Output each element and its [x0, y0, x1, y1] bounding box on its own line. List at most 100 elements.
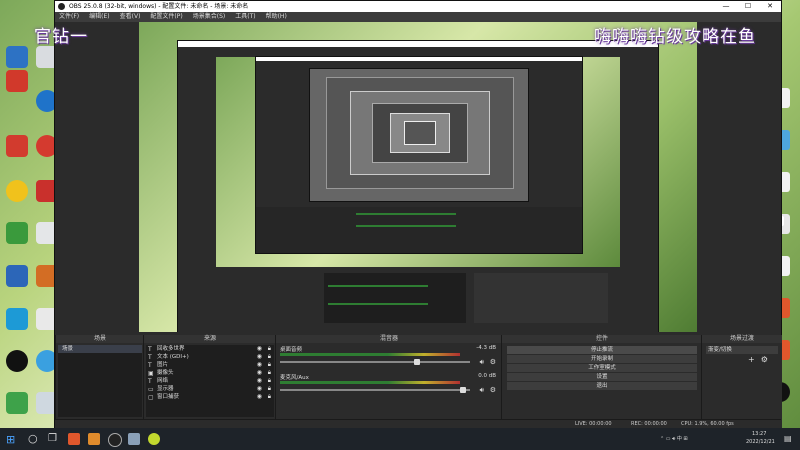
start-icon[interactable]: ⊞ — [6, 433, 15, 446]
visibility-eye-icon[interactable]: ◉ — [257, 393, 262, 401]
visibility-eye-icon[interactable]: ◉ — [257, 353, 262, 361]
overlay-text-right: 嗨嗨嗨钻级攻略在鱼 — [594, 27, 756, 47]
source-item[interactable]: ▣ 摄像头 ◉ 🔒︎ — [146, 369, 274, 377]
desktop-icon[interactable] — [6, 350, 28, 372]
lock-icon[interactable]: 🔒︎ — [268, 353, 271, 361]
source-item[interactable]: T 图片 ◉ 🔒︎ — [146, 361, 274, 369]
menu-help[interactable]: 帮助(H) — [266, 12, 287, 22]
desktop-icon[interactable] — [6, 135, 28, 157]
source-item[interactable]: T 网络 ◉ 🔒︎ — [146, 377, 274, 385]
audio-meter — [280, 381, 460, 384]
window-controls: — ☐ ✕ — [715, 1, 781, 12]
source-label: 回收多世界 — [157, 346, 185, 352]
taskbar-app-icon[interactable] — [88, 433, 100, 445]
channel-name: 桌面音频 — [280, 347, 303, 353]
lock-icon[interactable]: 🔒︎ — [268, 377, 271, 385]
window-source-icon: ▢ — [148, 394, 154, 401]
desktop-icon[interactable] — [6, 308, 28, 330]
menu-tools[interactable]: 工具(T) — [235, 12, 255, 22]
menu-bar: 文件(F) 编辑(E) 查看(V) 配置文件(P) 场景集合(S) 工具(T) … — [55, 12, 781, 22]
mixer-dock-title: 混音器 — [276, 335, 502, 343]
sources-dock-title: 来源 — [144, 335, 276, 343]
gear-icon[interactable]: ⚙ — [761, 355, 768, 364]
visibility-eye-icon[interactable]: ◉ — [257, 385, 262, 393]
volume-knob[interactable] — [414, 359, 420, 365]
start-recording-button[interactable]: 开始录制 — [507, 355, 697, 363]
speaker-icon[interactable]: 🔊︎ — [480, 358, 484, 367]
volume-slider[interactable] — [280, 359, 470, 365]
mixer-dock: 混音器 桌面音频 -4.3 dB 🔊︎ ⚙ 麦克风/Aux 0.0 dB 🔊︎ … — [275, 335, 502, 429]
preview-canvas[interactable] — [139, 22, 697, 332]
desktop-icon[interactable] — [6, 180, 28, 202]
transitions-dock: 场景过渡 渐变/切换 + ⚙ — [701, 335, 782, 429]
source-label: 摄像头 — [157, 370, 174, 376]
visibility-eye-icon[interactable]: ◉ — [257, 361, 262, 369]
source-label: 文本 (GDI+) — [157, 354, 189, 360]
obs-logo-icon — [58, 3, 65, 10]
lock-icon[interactable]: 🔒︎ — [268, 385, 271, 393]
visibility-eye-icon[interactable]: ◉ — [257, 377, 262, 385]
nested-obs-capture — [309, 68, 529, 202]
desktop-icon[interactable] — [6, 392, 28, 414]
taskbar-app-icon[interactable] — [68, 433, 80, 445]
scenes-dock-title: 场景 — [56, 335, 144, 343]
settings-button[interactable]: 设置 — [507, 373, 697, 381]
menu-file[interactable]: 文件(F) — [59, 12, 79, 22]
source-label: 图片 — [157, 362, 169, 368]
gear-icon[interactable]: ⚙ — [490, 358, 496, 366]
volume-slider[interactable] — [280, 387, 470, 393]
obs-window: OBS 25.0.8 (32-bit, windows) - 配置文件: 未命名… — [54, 0, 782, 430]
channel-db: 0.0 dB — [478, 373, 496, 379]
menu-profile[interactable]: 配置文件(P) — [150, 12, 182, 22]
desktop-icon[interactable] — [6, 46, 28, 68]
minimize-button[interactable]: — — [715, 1, 737, 12]
maximize-button[interactable]: ☐ — [737, 1, 759, 12]
lock-icon[interactable]: 🔒︎ — [268, 393, 271, 401]
overlay-text-left: 官钻一 — [34, 27, 88, 47]
source-item[interactable]: ▭ 显示器 ◉ 🔒︎ — [146, 385, 274, 393]
mixer-channel: 桌面音频 -4.3 dB 🔊︎ ⚙ — [278, 345, 500, 373]
close-button[interactable]: ✕ — [759, 1, 781, 12]
lock-icon[interactable]: 🔒︎ — [268, 369, 271, 377]
transitions-dock-title: 场景过渡 — [702, 335, 782, 343]
mixer-channel: 麦克风/Aux 0.0 dB 🔊︎ ⚙ — [278, 373, 500, 401]
source-label: 窗口捕获 — [157, 394, 180, 400]
menu-edit[interactable]: 编辑(E) — [89, 12, 109, 22]
clock-time[interactable]: 13:27 — [752, 431, 766, 437]
menu-scene-collection[interactable]: 场景集合(S) — [193, 12, 226, 22]
obs-taskbar-icon[interactable] — [108, 433, 122, 447]
source-item[interactable]: T 文本 (GDI+) ◉ 🔒︎ — [146, 353, 274, 361]
source-item[interactable]: ▢ 窗口捕获 ◉ 🔒︎ — [146, 393, 274, 401]
taskbar-app-icon[interactable] — [148, 433, 160, 445]
transition-select[interactable]: 渐变/切换 — [706, 346, 778, 354]
task-view-icon[interactable]: ❐ — [48, 433, 57, 444]
channel-db: -4.3 dB — [476, 345, 496, 351]
controls-dock: 控件 停止推流 开始录制 工作室模式 设置 退出 — [501, 335, 702, 429]
notification-icon[interactable]: ▤ — [784, 434, 792, 443]
studio-mode-button[interactable]: 工作室模式 — [507, 364, 697, 372]
add-transition-button[interactable]: + — [748, 355, 755, 364]
scene-item[interactable]: 场景 — [58, 345, 142, 353]
taskbar-app-icon[interactable] — [128, 433, 140, 445]
search-icon[interactable]: ○ — [28, 432, 38, 445]
volume-knob[interactable] — [460, 387, 466, 393]
desktop-icon[interactable] — [6, 265, 28, 287]
source-item[interactable]: T 回收多世界 ◉ 🔒︎ — [146, 345, 274, 353]
visibility-eye-icon[interactable]: ◉ — [257, 369, 262, 377]
stop-streaming-button[interactable]: 停止推流 — [507, 346, 697, 354]
lock-icon[interactable]: 🔒︎ — [268, 361, 271, 369]
visibility-eye-icon[interactable]: ◉ — [257, 345, 262, 353]
menu-view[interactable]: 查看(V) — [120, 12, 141, 22]
desktop-icon[interactable] — [6, 222, 28, 244]
exit-button[interactable]: 退出 — [507, 382, 697, 390]
desktop-icon[interactable] — [6, 70, 28, 92]
clock-date[interactable]: 2022/12/21 — [746, 439, 775, 445]
title-bar: OBS 25.0.8 (32-bit, windows) - 配置文件: 未命名… — [55, 1, 781, 12]
gear-icon[interactable]: ⚙ — [490, 386, 496, 394]
taskbar: ⊞ ○ ❐ ⌃ ▭ 🔊︎ 中 ⊞ 13:27 2022/12/21 ▤ — [0, 428, 800, 450]
window-title: OBS 25.0.8 (32-bit, windows) - 配置文件: 未命名… — [69, 3, 249, 10]
tray-icons[interactable]: ⌃ ▭ 🔊︎ 中 ⊞ — [660, 435, 688, 442]
lock-icon[interactable]: 🔒︎ — [268, 345, 271, 353]
speaker-icon[interactable]: 🔊︎ — [480, 386, 484, 395]
scenes-list: 场景 — [58, 345, 142, 417]
